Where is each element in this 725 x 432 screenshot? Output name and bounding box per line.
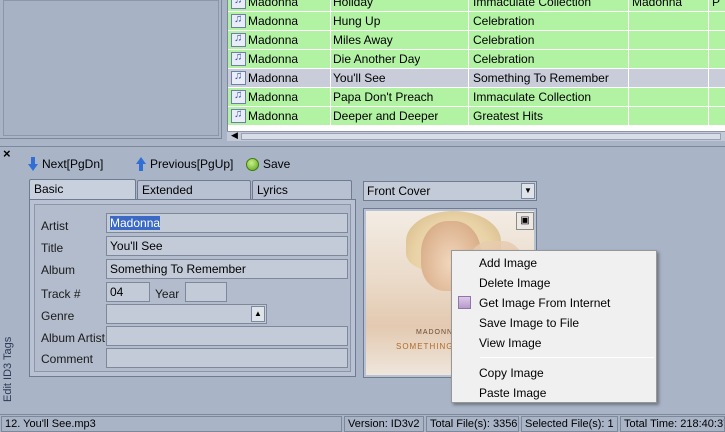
save-button[interactable]: Save bbox=[246, 155, 290, 173]
tab-lyrics[interactable]: Lyrics bbox=[252, 180, 352, 199]
track-title: Die Another Day bbox=[333, 52, 421, 66]
track-artist: Madonna bbox=[248, 33, 299, 47]
track-extra: P bbox=[712, 0, 721, 9]
menu-separator bbox=[480, 357, 654, 358]
scroll-left-icon[interactable]: ◀ bbox=[231, 130, 238, 141]
menu-copy-image[interactable]: Copy Image bbox=[454, 363, 654, 383]
track-row[interactable]: Madonna You'll See Something To Remember bbox=[228, 69, 725, 88]
track-album: Celebration bbox=[473, 52, 535, 66]
next-label: Next[PgDn] bbox=[42, 157, 104, 171]
scrollbar-thumb[interactable] bbox=[241, 133, 721, 140]
track-field[interactable]: 04 bbox=[106, 282, 150, 302]
menu-get-image-internet-label: Get Image From Internet bbox=[479, 296, 611, 310]
track-row[interactable]: Madonna Miles Away Celebration bbox=[228, 31, 725, 50]
comment-label: Comment bbox=[41, 352, 94, 366]
tab-extended[interactable]: Extended bbox=[137, 180, 251, 199]
image-context-menu: Add Image Delete Image Get Image From In… bbox=[451, 250, 657, 403]
menu-paste-image[interactable]: Paste Image bbox=[454, 383, 654, 403]
track-title: Papa Don't Preach bbox=[333, 90, 434, 104]
album-field[interactable]: Something To Remember bbox=[106, 259, 348, 279]
menu-get-image-internet[interactable]: Get Image From Internet bbox=[454, 293, 654, 313]
side-panel-label: Edit ID3 Tags bbox=[0, 300, 14, 410]
music-file-icon bbox=[231, 89, 246, 104]
track-album-artist: Madonna bbox=[632, 0, 683, 9]
music-file-icon bbox=[231, 32, 246, 47]
track-album: Something To Remember bbox=[473, 71, 609, 85]
track-album: Greatest Hits bbox=[473, 109, 544, 123]
year-label: Year bbox=[155, 287, 180, 301]
title-field[interactable]: You'll See bbox=[106, 236, 348, 256]
status-selected-files: Selected File(s): 1 bbox=[521, 416, 618, 432]
menu-delete-image[interactable]: Delete Image bbox=[454, 273, 654, 293]
track-album: Celebration bbox=[473, 33, 535, 47]
status-file: 12. You'll See.mp3 bbox=[1, 416, 342, 432]
track-title: Miles Away bbox=[333, 33, 393, 47]
music-file-icon bbox=[231, 0, 246, 9]
track-title: Holiday bbox=[333, 0, 374, 9]
previous-button[interactable]: Previous[PgUp] bbox=[136, 155, 233, 173]
track-title: You'll See bbox=[333, 71, 386, 85]
image-options-icon[interactable]: ▣ bbox=[516, 212, 534, 230]
next-button[interactable]: Next[PgDn] bbox=[28, 155, 103, 173]
check-icon bbox=[246, 157, 259, 171]
status-total-time: Total Time: 218:40:37 bbox=[620, 416, 725, 432]
album-artist-field[interactable] bbox=[106, 326, 348, 346]
track-row[interactable]: Madonna Die Another Day Celebration bbox=[228, 50, 725, 69]
track-row[interactable]: Madonna Deeper and Deeper Greatest Hits bbox=[228, 107, 725, 126]
track-title: Hung Up bbox=[333, 14, 381, 28]
track-album: Immaculate Collection bbox=[473, 0, 592, 9]
track-artist: Madonna bbox=[248, 71, 299, 85]
track-row[interactable]: Madonna Papa Don't Preach Immaculate Colle… bbox=[228, 88, 725, 107]
track-album: Immaculate Collection bbox=[473, 90, 592, 104]
menu-save-image[interactable]: Save Image to File bbox=[454, 313, 654, 333]
horizontal-scrollbar[interactable]: ◀ bbox=[227, 130, 725, 141]
year-field[interactable] bbox=[185, 282, 227, 302]
track-label: Track # bbox=[41, 287, 81, 301]
comment-field[interactable] bbox=[106, 348, 348, 368]
music-file-icon bbox=[231, 108, 246, 123]
image-type-value: Front Cover bbox=[367, 184, 431, 198]
status-total-files: Total File(s): 3356 bbox=[426, 416, 519, 432]
track-artist: Madonna bbox=[248, 109, 299, 123]
artist-field[interactable]: Madonna bbox=[106, 213, 348, 233]
music-file-icon bbox=[231, 70, 246, 85]
track-artist: Madonna bbox=[248, 14, 299, 28]
album-artist-label: Album Artist bbox=[41, 331, 106, 345]
track-title: Deeper and Deeper bbox=[333, 109, 439, 123]
title-label: Title bbox=[41, 241, 64, 255]
tab-basic[interactable]: Basic bbox=[29, 179, 136, 200]
track-artist: Madonna bbox=[248, 0, 299, 9]
save-label: Save bbox=[263, 157, 291, 171]
chevron-down-icon[interactable]: ▲ bbox=[251, 306, 265, 322]
close-icon[interactable]: × bbox=[3, 146, 11, 161]
image-type-select[interactable]: Front Cover ▼ bbox=[363, 181, 537, 201]
track-row[interactable]: Madonna Hung Up Celebration bbox=[228, 12, 725, 31]
track-row[interactable]: Madonna Holiday Immaculate Collection Madon… bbox=[228, 0, 725, 12]
music-file-icon bbox=[231, 51, 246, 66]
track-album: Celebration bbox=[473, 14, 535, 28]
artist-label: Artist bbox=[41, 219, 69, 233]
internet-image-icon bbox=[458, 296, 471, 309]
chevron-down-icon[interactable]: ▼ bbox=[521, 183, 535, 199]
previous-label: Previous[PgUp] bbox=[150, 157, 234, 171]
track-list[interactable]: MadonnaHolidayImmaculate CollectionMadon… bbox=[227, 0, 725, 131]
artist-value: Madonna bbox=[110, 216, 161, 230]
folder-panel bbox=[0, 0, 222, 139]
genre-select[interactable]: ▲ bbox=[106, 304, 267, 324]
menu-view-image[interactable]: View Image bbox=[454, 333, 654, 353]
menu-add-image[interactable]: Add Image bbox=[454, 253, 654, 273]
album-label: Album bbox=[41, 263, 76, 277]
status-version: Version: ID3v2 bbox=[344, 416, 424, 432]
arrow-down-icon bbox=[28, 157, 38, 171]
track-artist: Madonna bbox=[248, 90, 299, 104]
arrow-up-icon bbox=[136, 157, 146, 171]
track-artist: Madonna bbox=[248, 52, 299, 66]
genre-label: Genre bbox=[41, 309, 75, 323]
music-file-icon bbox=[231, 13, 246, 28]
status-bar: 12. You'll See.mp3 Version: ID3v2 Total … bbox=[0, 414, 725, 432]
side-label-text: Edit ID3 Tags bbox=[2, 336, 14, 402]
